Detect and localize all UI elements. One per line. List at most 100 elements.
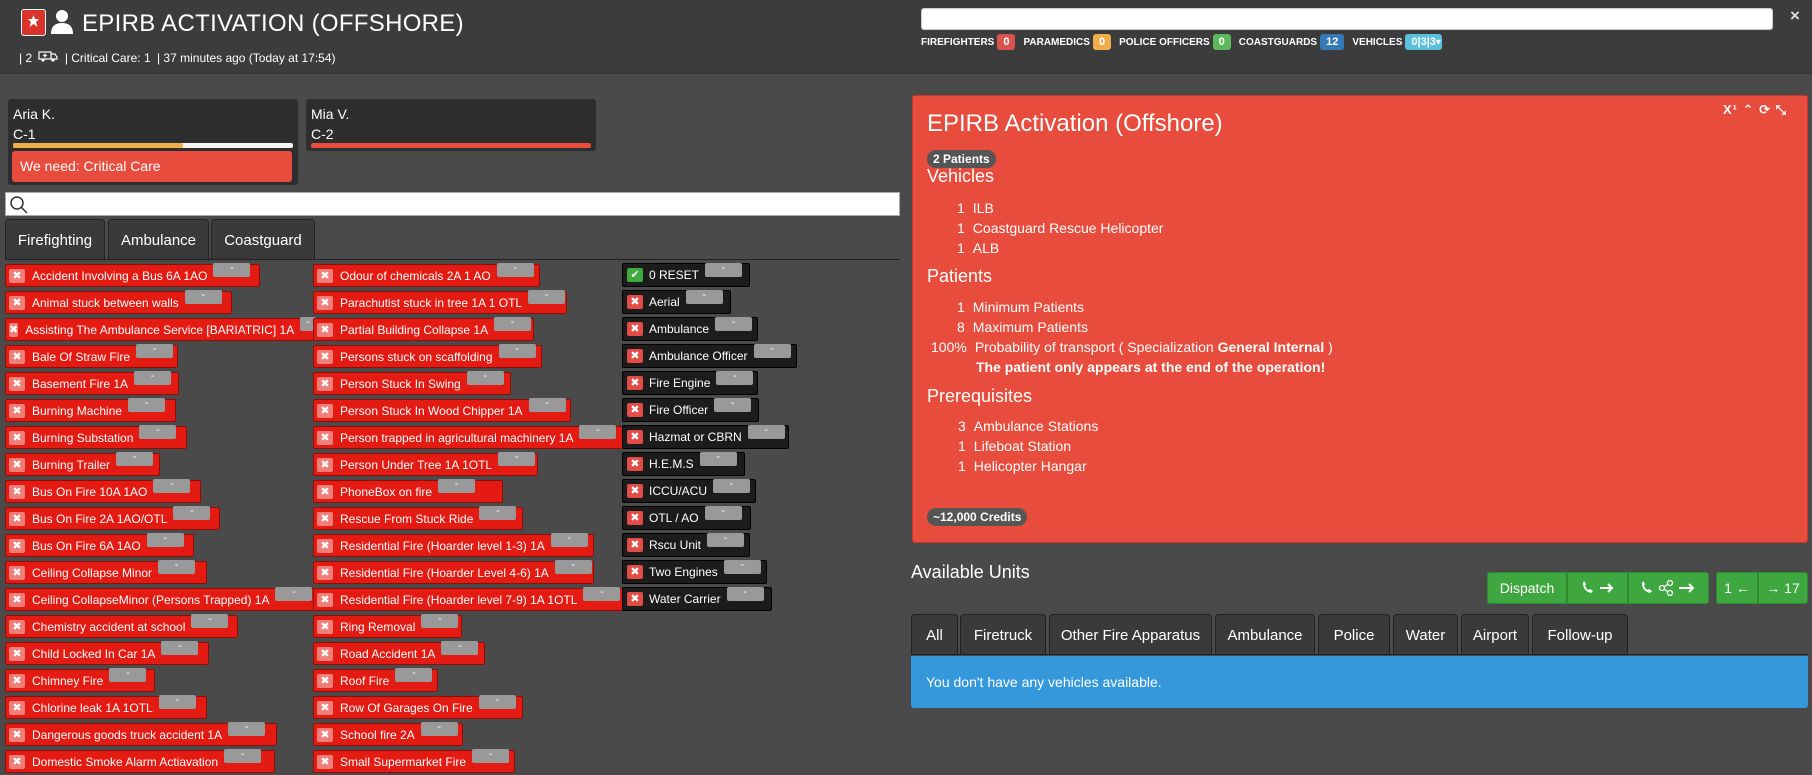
crew-card[interactable]: Mia V. C-2 [306, 99, 596, 151]
remove-icon[interactable]: ✖ [9, 322, 19, 337]
count-badge[interactable]: - [685, 289, 723, 304]
remove-icon[interactable]: ✖ [317, 700, 333, 715]
vehicle-filter-button[interactable]: ✔ 0 RESET - [622, 262, 750, 287]
count-badge[interactable]: - [726, 586, 764, 601]
remove-icon[interactable]: ✖ [317, 592, 333, 607]
remove-icon[interactable]: ✖ [9, 403, 25, 418]
remove-icon[interactable]: ✖ [627, 403, 643, 417]
unit-tab[interactable]: Water [1393, 614, 1458, 655]
count-badge[interactable]: - [479, 506, 517, 520]
remove-icon[interactable]: ✖ [9, 457, 25, 472]
unit-tab[interactable]: Firetruck [960, 614, 1046, 655]
count-badge[interactable]: - [173, 506, 211, 520]
call-button[interactable]: ✖ School fire 2A - [313, 722, 463, 746]
remove-icon[interactable]: ✖ [627, 538, 643, 552]
remove-icon[interactable]: ✖ [317, 484, 333, 499]
count-badge[interactable]: - [109, 668, 147, 682]
call-button[interactable]: ✖ Basement Fire 1A - [5, 371, 179, 395]
count-badge[interactable]: - [699, 451, 737, 466]
call-button[interactable]: ✖ Ceiling CollapseMinor (Persons Trapped)… [5, 587, 317, 611]
remove-icon[interactable]: ✖ [627, 592, 643, 606]
call-button[interactable]: ✖ Small Supermarket Fire - [313, 749, 515, 773]
call-button[interactable]: ✖ Bus On Fire 10A 1AO - [5, 479, 201, 503]
unit-tab[interactable]: Airport [1461, 614, 1529, 655]
count-badge[interactable]: - [498, 344, 536, 358]
remove-icon[interactable]: ✖ [9, 376, 25, 391]
call-button[interactable]: ✖ Chemistry accident at school - [5, 614, 238, 638]
remove-icon[interactable]: ✖ [317, 727, 333, 742]
prev-page-button[interactable]: 1 ← [1716, 572, 1758, 604]
call-button[interactable]: ✖ Roof Fire - [313, 668, 438, 692]
vehicle-filter-button[interactable]: ✖ H.E.M.S - [622, 451, 745, 476]
vehicle-filter-button[interactable]: ✖ Hazmat or CBRN - [622, 424, 789, 449]
remove-icon[interactable]: ✖ [9, 295, 25, 310]
count-badge[interactable]: - [472, 749, 510, 763]
remove-icon[interactable]: ✖ [9, 592, 25, 607]
call-button[interactable]: ✖ Odour of chemicals 2A 1 AO - [313, 263, 540, 287]
unit-tab[interactable]: All [911, 614, 958, 655]
count-badge[interactable]: - [705, 262, 743, 277]
remove-icon[interactable]: ✖ [317, 403, 333, 418]
call-button[interactable]: ✖ Parachutist stuck in tree 1A 1 OTL - [313, 290, 567, 314]
call-button[interactable]: ✖ Residential Fire (Hoarder level 7-9) 1A… [313, 587, 625, 611]
tab-firefighting[interactable]: Firefighting [5, 219, 105, 260]
count-badge[interactable]: - [421, 614, 459, 628]
count-badge[interactable]: - [146, 533, 184, 547]
mission-search-input[interactable] [921, 8, 1773, 30]
unit-tab[interactable]: Police [1318, 614, 1390, 655]
count-badge[interactable]: - [498, 452, 536, 466]
remove-icon[interactable]: ✖ [317, 268, 333, 283]
remove-icon[interactable]: ✖ [317, 349, 333, 364]
count-badge[interactable]: - [478, 695, 516, 709]
call-button[interactable]: ✖ Person Stuck In Swing - [313, 371, 511, 395]
count-badge[interactable]: - [153, 479, 191, 493]
call-button[interactable]: ✖ Bale Of Straw Fire - [5, 344, 178, 368]
panel-tool-icons[interactable]: X¹ ⌃ ⟳ ⤡ [1723, 102, 1787, 118]
count-badge[interactable]: - [714, 397, 752, 412]
count-badge[interactable]: - [184, 290, 222, 304]
remove-icon[interactable]: ✖ [9, 673, 25, 688]
count-badge[interactable]: - [228, 722, 266, 736]
remove-icon[interactable]: ✖ [317, 511, 333, 526]
call-button[interactable]: ✖ Burning Substation - [5, 425, 187, 449]
call-button[interactable]: ✖ Partial Building Collapse 1A - [313, 317, 534, 341]
call-button[interactable]: ✖ PhoneBox on fire - [313, 479, 503, 503]
tab-ambulance[interactable]: Ambulance [108, 219, 209, 260]
call-button[interactable]: ✖ Child Locked In Car 1A - [5, 641, 209, 665]
vehicle-filter-button[interactable]: ✖ Fire Officer - [622, 397, 759, 422]
count-badge[interactable]: - [134, 371, 172, 385]
count-badge[interactable]: - [161, 641, 199, 655]
call-button[interactable]: ✖ Domestic Smoke Alarm Actiavation - [5, 749, 275, 773]
dispatch-button[interactable]: Dispatch [1487, 572, 1567, 604]
count-badge[interactable]: - [438, 479, 476, 493]
remove-icon[interactable]: ✖ [627, 430, 643, 444]
remove-icon[interactable]: ✖ [627, 511, 643, 525]
call-button[interactable]: ✖ Burning Machine - [5, 398, 176, 422]
remove-icon[interactable]: ✖ [627, 484, 643, 498]
call-button[interactable]: ✖ Chimney Fire - [5, 668, 155, 692]
remove-icon[interactable]: ✖ [9, 538, 25, 553]
remove-icon[interactable]: ✖ [9, 754, 25, 769]
remove-icon[interactable]: ✖ [9, 646, 25, 661]
vehicle-filter-button[interactable]: ✖ ICCU/ACU - [622, 478, 756, 503]
call-button[interactable]: ✖ Ceiling Collapse Minor - [5, 560, 207, 584]
remove-icon[interactable]: ✖ [317, 646, 333, 661]
vehicle-filter-button[interactable]: ✖ Rscu Unit - [622, 532, 750, 557]
vehicle-filter-button[interactable]: ✖ Water Carrier - [622, 586, 772, 611]
tab-coastguard[interactable]: Coastguard [211, 219, 315, 260]
call-button[interactable]: ✖ Road Accident 1A - [313, 641, 485, 665]
remove-icon[interactable]: ✖ [9, 727, 25, 742]
call-search-input[interactable] [5, 192, 900, 216]
unit-tab[interactable]: Follow-up [1532, 614, 1628, 655]
remove-icon[interactable]: ✖ [627, 376, 643, 390]
count-badge[interactable]: - [158, 695, 196, 709]
remove-icon[interactable]: ✖ [627, 457, 643, 471]
count-badge[interactable]: - [747, 424, 785, 439]
vehicle-filter-button[interactable]: ✖ Ambulance - [622, 316, 758, 341]
vehicle-filter-button[interactable]: ✖ Aerial - [622, 289, 731, 314]
count-badge[interactable]: - [550, 533, 588, 547]
remove-icon[interactable]: ✖ [627, 565, 643, 579]
call-button[interactable]: ✖ Residential Fire (Hoarder Level 4-6) 1A… [313, 560, 594, 584]
remove-icon[interactable]: ✖ [627, 295, 643, 309]
call-button[interactable]: ✖ Ring Removal - [313, 614, 462, 638]
